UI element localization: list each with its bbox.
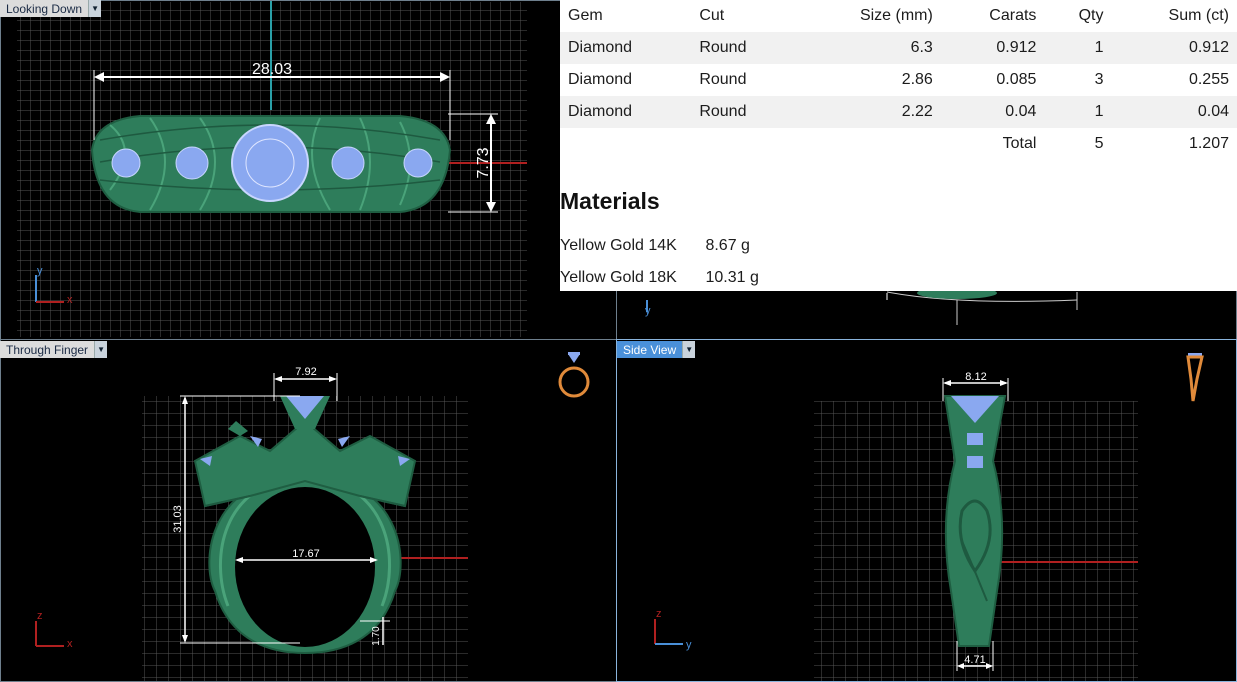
looking-down-canvas: 28.03 7.73 y x xyxy=(17,0,527,337)
axis-label-h: x xyxy=(67,294,73,306)
col-gem: Gem xyxy=(568,7,603,24)
cell-carats: 0.085 xyxy=(996,71,1037,88)
viewport-label-text: Side View xyxy=(617,341,684,358)
viewport-label-through-finger[interactable]: Through Finger ▼ xyxy=(0,341,108,358)
chevron-down-icon[interactable]: ▼ xyxy=(89,0,102,17)
gem-table-header: Gem Cut Size (mm) Carats Qty Sum (ct) xyxy=(560,0,1237,32)
material-name: Yellow Gold 18K xyxy=(560,269,677,286)
viewport-label-text: Looking Down xyxy=(0,0,90,17)
cell-cut: Round xyxy=(691,96,795,128)
table-row: Diamond Round 2.22 0.04 1 0.04 xyxy=(560,96,1237,128)
dim-inner-label: 17.67 xyxy=(292,548,320,560)
ring-model xyxy=(90,115,452,213)
cell-qty: 1 xyxy=(1044,96,1112,128)
dim-height-label: 7.73 xyxy=(475,147,492,178)
cell-gem: Diamond xyxy=(560,96,692,128)
axis-gizmo xyxy=(654,619,683,645)
total-sum: 1.207 xyxy=(1188,135,1229,152)
cell-sum: 0.912 xyxy=(1111,32,1237,64)
axis-label-v: y xyxy=(37,265,43,277)
cell-cut: Round xyxy=(699,71,747,88)
col-cut: Cut xyxy=(699,7,725,24)
gem-report-panel: Gem Cut Size (mm) Carats Qty Sum (ct) Di… xyxy=(560,0,1237,291)
dim-top-label: 7.92 xyxy=(295,366,316,378)
axis-label-v: z xyxy=(37,610,43,622)
axis-gizmo xyxy=(35,621,64,647)
viewport-side-view[interactable]: 8.12 4.71 z y Side View ▼ xyxy=(617,341,1237,682)
viewport-label-side-view[interactable]: Side View ▼ xyxy=(617,341,696,358)
gem-table: Gem Cut Size (mm) Carats Qty Sum (ct) Di… xyxy=(560,0,1237,160)
col-size: Size (mm) xyxy=(859,7,933,24)
cell-carats: 0.912 xyxy=(940,32,1045,64)
ring-side-icon[interactable] xyxy=(1186,353,1204,402)
side-view-canvas: 8.12 4.71 z y xyxy=(654,353,1204,682)
table-row: Diamond Round 6.3 0.912 1 0.912 xyxy=(560,32,1237,64)
total-label: Total xyxy=(1002,135,1037,152)
through-finger-canvas: 7.92 31.03 17.67 1.70 z x xyxy=(35,352,590,682)
viewport-through-finger[interactable]: 7.92 31.03 17.67 1.70 z x Through Finger… xyxy=(0,341,616,682)
dim-height-label: 31.03 xyxy=(172,505,184,533)
dim-bottom-label: 1.70 xyxy=(371,626,382,646)
axis-label-h: x xyxy=(67,638,73,650)
material-row: Yellow Gold 18K 10.31 g xyxy=(560,269,759,287)
total-qty: 5 xyxy=(1094,135,1104,152)
dim-width-label: 28.03 xyxy=(252,61,292,78)
axis-label-h: y xyxy=(686,639,692,651)
total-row: Total 5 1.207 xyxy=(560,128,1237,160)
axis-label-v: z xyxy=(656,608,662,620)
material-weight: 8.67 g xyxy=(705,237,750,254)
center-gem xyxy=(231,124,309,202)
cell-sum: 0.04 xyxy=(1111,96,1237,128)
table-row: Diamond Round 2.86 0.085 3 0.255 xyxy=(560,64,1237,96)
col-qty: Qty xyxy=(1078,7,1104,24)
cell-size: 6.3 xyxy=(794,32,941,64)
chevron-down-icon[interactable]: ▼ xyxy=(683,341,696,358)
dim-top-label: 8.12 xyxy=(965,371,986,383)
ring-icon[interactable] xyxy=(558,352,590,398)
cell-qty: 1 xyxy=(1044,32,1112,64)
viewport-looking-down[interactable]: 28.03 7.73 y x Looking Down ▼ xyxy=(0,0,616,339)
material-weight: 10.31 g xyxy=(705,269,759,286)
cell-carats: 0.04 xyxy=(940,96,1045,128)
col-carats: Carats xyxy=(989,7,1037,24)
chevron-down-icon[interactable]: ▼ xyxy=(95,341,108,358)
cell-gem: Diamond xyxy=(568,71,633,88)
materials-heading: Materials xyxy=(560,188,660,214)
material-row: Yellow Gold 14K 8.67 g xyxy=(560,237,750,255)
material-name: Yellow Gold 14K xyxy=(560,237,677,254)
cell-size: 2.86 xyxy=(901,71,933,88)
col-sum: Sum (ct) xyxy=(1168,7,1229,24)
cell-cut: Round xyxy=(691,32,795,64)
cell-gem: Diamond xyxy=(560,32,692,64)
cell-sum: 0.255 xyxy=(1188,71,1229,88)
dim-bottom-label: 4.71 xyxy=(964,654,985,666)
cell-qty: 3 xyxy=(1094,71,1104,88)
viewport-label-text: Through Finger xyxy=(0,341,96,358)
cell-size: 2.22 xyxy=(794,96,941,128)
viewport-label-looking-down[interactable]: Looking Down ▼ xyxy=(0,0,102,17)
axis-label-y: y xyxy=(645,305,651,317)
